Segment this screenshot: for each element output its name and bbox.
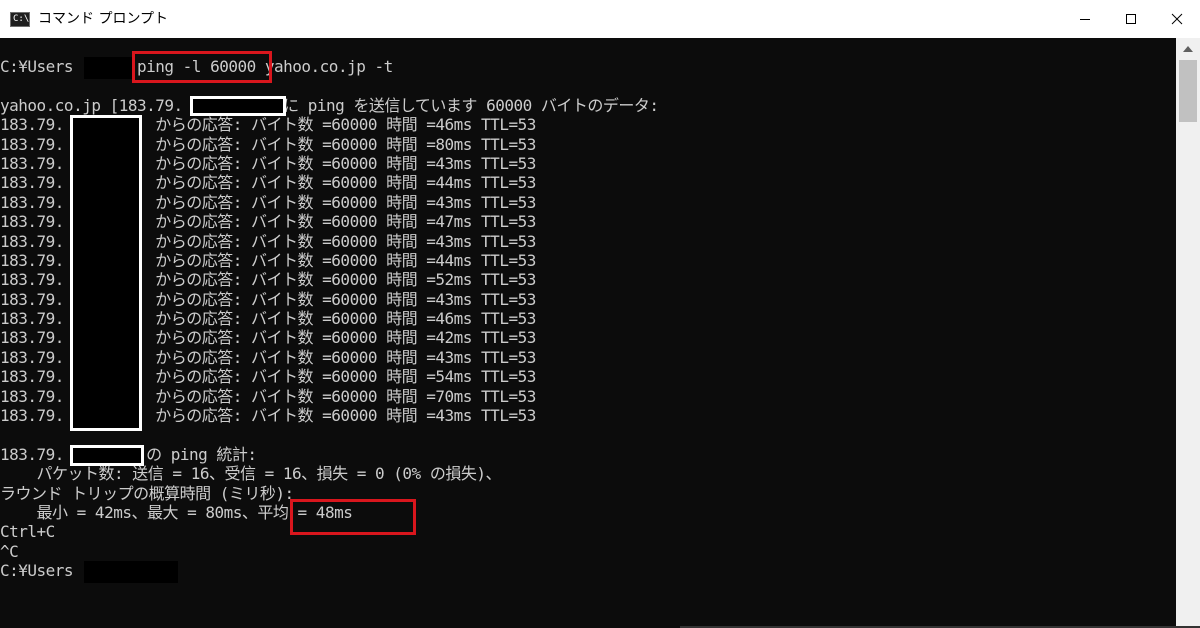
reply-ip-prefix: 183.79.: [0, 231, 64, 251]
reply-ttl: TTL=53: [481, 406, 536, 426]
terminal-output[interactable]: C:¥Users ping -l 60000 yahoo.co.jp -t ya…: [0, 38, 1176, 628]
reply-ip-prefix: 183.79.: [0, 328, 64, 348]
reply-label: からの応答: バイト数 =60000 時間 =: [155, 212, 436, 232]
reply-ttl: TTL=53: [481, 270, 536, 290]
cmd-app-icon[interactable]: C:\.: [10, 12, 35, 27]
minimize-icon: [1080, 19, 1090, 20]
reply-label: からの応答: バイト数 =60000 時間 =: [155, 367, 436, 387]
maximize-button[interactable]: [1108, 0, 1154, 38]
reply-time: 43ms: [435, 406, 472, 426]
reply-ip-prefix: 183.79.: [0, 173, 64, 193]
reply-ttl: TTL=53: [481, 173, 536, 193]
reply-ttl: TTL=53: [481, 250, 536, 270]
packets-line: パケット数: 送信 = 16、受信 = 16、損失 = 0 (0% の損失)、: [0, 464, 502, 484]
reply-time: 43ms: [435, 231, 472, 251]
reply-ip-prefix: 183.79.: [0, 406, 64, 426]
reply-time: 43ms: [435, 153, 472, 173]
reply-ttl: TTL=53: [481, 153, 536, 173]
reply-ttl: TTL=53: [481, 347, 536, 367]
reply-ttl: TTL=53: [481, 192, 536, 212]
scroll-up-button[interactable]: [1176, 38, 1200, 60]
reply-ttl: TTL=53: [481, 309, 536, 329]
reply-label: からの応答: バイト数 =60000 時間 =: [155, 309, 436, 329]
reply-ip-prefix: 183.79.: [0, 212, 64, 232]
reply-time: 80ms: [435, 134, 472, 154]
reply-ttl: TTL=53: [481, 212, 536, 232]
reply-ttl: TTL=53: [481, 289, 536, 309]
reply-label: からの応答: バイト数 =60000 時間 =: [155, 386, 436, 406]
redacted-final-username: [84, 561, 178, 583]
reply-ttl: TTL=53: [481, 231, 536, 251]
vertical-scrollbar[interactable]: [1176, 38, 1200, 628]
reply-time: 42ms: [435, 328, 472, 348]
reply-label: からの応答: バイト数 =60000 時間 =: [155, 153, 436, 173]
reply-ttl: TTL=53: [481, 115, 536, 135]
minimize-button[interactable]: [1062, 0, 1108, 38]
reply-ttl: TTL=53: [481, 328, 536, 348]
reply-label: からの応答: バイト数 =60000 時間 =: [155, 134, 436, 154]
reply-time: 43ms: [435, 347, 472, 367]
reply-label: からの応答: バイト数 =60000 時間 =: [155, 231, 436, 251]
reply-time: 46ms: [435, 309, 472, 329]
reply-ip-prefix: 183.79.: [0, 270, 64, 290]
close-icon: [1171, 13, 1183, 25]
reply-time: 43ms: [435, 192, 472, 212]
reply-label: からの応答: バイト数 =60000 時間 =: [155, 406, 436, 426]
reply-ip-prefix: 183.79.: [0, 309, 64, 329]
reply-ttl: TTL=53: [481, 134, 536, 154]
command-prompt: C:¥Users: [0, 57, 74, 76]
reply-ip-prefix: 183.79.: [0, 367, 64, 387]
reply-label: からの応答: バイト数 =60000 時間 =: [155, 270, 436, 290]
reply-ttl: TTL=53: [481, 386, 536, 406]
reply-time: 46ms: [435, 115, 472, 135]
average-highlight: [290, 499, 416, 535]
command-target: yahoo.co.jp -t: [264, 57, 393, 76]
reply-time: 44ms: [435, 173, 472, 193]
caret-c-line: ^C: [0, 541, 19, 561]
reply-label: からの応答: バイト数 =60000 時間 =: [155, 347, 436, 367]
reply-ip-prefix: 183.79.: [0, 134, 64, 154]
reply-label: からの応答: バイト数 =60000 時間 =: [155, 289, 436, 309]
reply-time: 54ms: [435, 367, 472, 387]
ping-args-highlight: [132, 51, 272, 83]
window-title: コマンド プロンプト: [38, 11, 169, 27]
reply-label: からの応答: バイト数 =60000 時間 =: [155, 250, 436, 270]
reply-time: 47ms: [435, 212, 472, 232]
reply-ip-prefix: 183.79.: [0, 289, 64, 309]
redacted-ip-header: [190, 96, 286, 116]
reply-ip-prefix: 183.79.: [0, 115, 64, 135]
reply-ip-prefix: 183.79.: [0, 347, 64, 367]
reply-label: からの応答: バイト数 =60000 時間 =: [155, 173, 436, 193]
redacted-ip-stats: [70, 445, 144, 466]
maximize-icon: [1126, 14, 1136, 24]
reply-ip-prefix: 183.79.: [0, 386, 64, 406]
scrollbar-thumb[interactable]: [1179, 60, 1197, 122]
rtt-min-max: 最小 = 42ms、最大 = 80ms、: [0, 502, 258, 522]
redacted-ip-replies: [70, 115, 142, 431]
close-button[interactable]: [1154, 0, 1200, 38]
reply-ip-prefix: 183.79.: [0, 153, 64, 173]
scroll-up-arrow-icon: [1183, 46, 1193, 52]
reply-time: 52ms: [435, 270, 472, 290]
reply-ttl: TTL=53: [481, 367, 536, 387]
reply-label: からの応答: バイト数 =60000 時間 =: [155, 192, 436, 212]
reply-ip-prefix: 183.79.: [0, 250, 64, 270]
reply-label: からの応答: バイト数 =60000 時間 =: [155, 328, 436, 348]
reply-ip-prefix: 183.79.: [0, 192, 64, 212]
cmd-app-icon-text: C:\.: [13, 14, 35, 24]
reply-label: からの応答: バイト数 =60000 時間 =: [155, 115, 436, 135]
reply-time: 70ms: [435, 386, 472, 406]
window-titlebar[interactable]: C:\. コマンド プロンプト: [0, 0, 1200, 38]
redacted-username: [84, 57, 134, 79]
reply-time: 43ms: [435, 289, 472, 309]
reply-time: 44ms: [435, 250, 472, 270]
ping-header-line: yahoo.co.jp [183.79. ] に ping を送信しています 6…: [0, 95, 659, 115]
